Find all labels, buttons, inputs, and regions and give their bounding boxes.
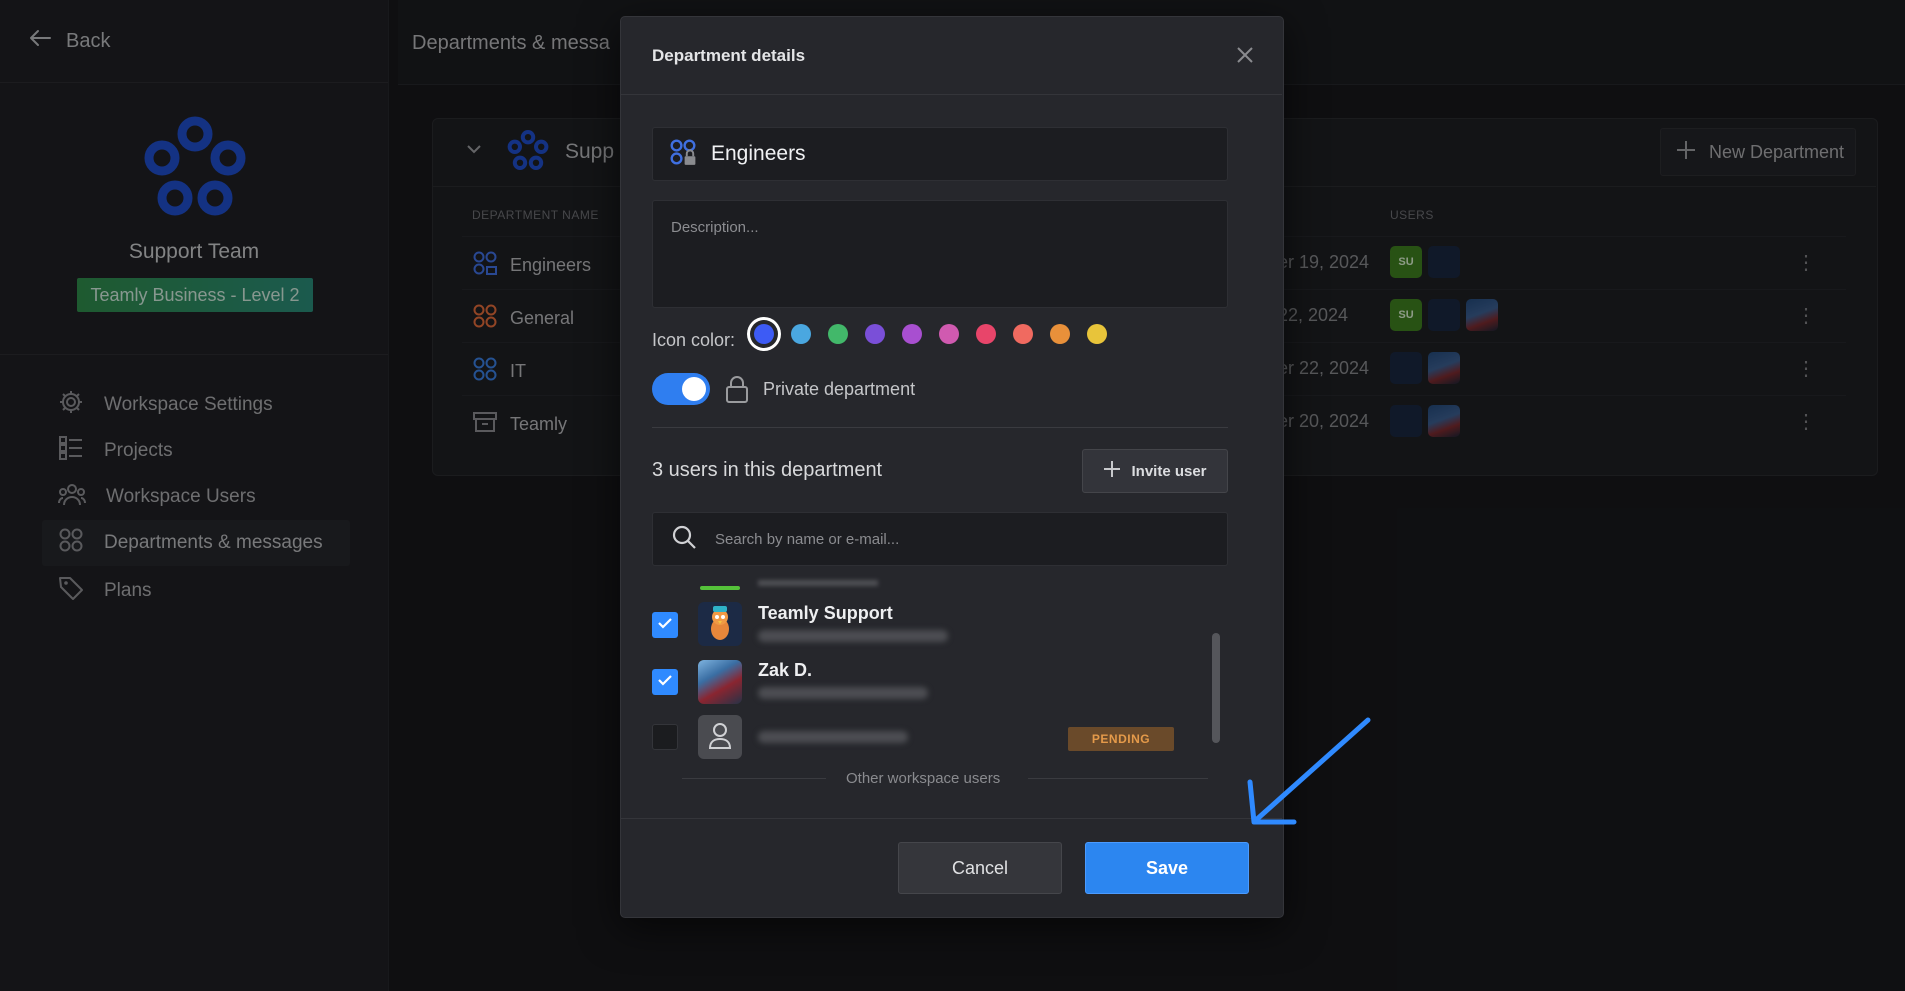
color-swatch[interactable] [1050,324,1070,344]
user-icon [707,720,733,755]
description-input[interactable] [671,219,1209,289]
user-search-field[interactable] [652,512,1228,566]
list-scrollbar[interactable] [1212,633,1220,743]
divider [1028,778,1208,779]
invite-user-button[interactable]: Invite user [1082,449,1228,493]
checkmark-icon [656,614,674,637]
user-name: Zak D. [758,660,813,680]
color-swatch[interactable] [1087,324,1107,344]
divider [682,778,826,779]
invite-user-label: Invite user [1131,462,1207,480]
modal-title: Department details [652,46,806,65]
annotation-arrow-icon [1236,712,1376,837]
cancel-button[interactable]: Cancel [898,842,1062,894]
divider [620,94,1282,95]
save-button[interactable]: Save [1085,842,1249,894]
checkmark-icon [656,671,674,694]
description-field[interactable] [652,200,1228,308]
color-swatch[interactable] [791,324,811,344]
user-checkbox[interactable] [652,724,678,750]
avatar-placeholder [698,715,742,759]
color-swatch[interactable] [865,324,885,344]
status-badge: PENDING [1068,727,1174,751]
blurred-email [758,630,948,642]
plus-icon [1103,460,1121,482]
private-toggle[interactable] [652,373,710,405]
blurred-email [758,687,928,699]
other-users-label: Other workspace users [846,770,1001,787]
color-swatch[interactable] [828,324,848,344]
search-icon [671,524,697,555]
color-swatch[interactable] [939,324,959,344]
toggle-knob [682,377,706,401]
users-count: 3 users in this department [652,459,883,481]
color-swatch[interactable] [976,324,996,344]
icon-color-label: Icon color: [652,330,736,350]
icon-color-picker [754,324,1107,344]
search-input[interactable] [713,529,1197,549]
private-label: Private department [763,379,916,399]
user-checkbox[interactable] [652,669,678,695]
color-swatch[interactable] [754,324,774,344]
department-name-input[interactable] [709,141,1193,167]
divider [652,427,1228,428]
partially-hidden-item [700,586,740,590]
lock-icon [724,374,750,409]
department-lock-icon [669,138,697,171]
avatar [698,660,742,704]
partially-hidden-item [758,580,878,586]
user-name: Teamly Support [758,603,893,623]
avatar [698,602,742,646]
user-checkbox[interactable] [652,612,678,638]
blurred-email [758,731,908,743]
color-swatch[interactable] [1013,324,1033,344]
department-name-field[interactable] [652,127,1228,181]
color-swatch[interactable] [902,324,922,344]
divider [620,818,1282,819]
close-icon[interactable] [1236,46,1254,69]
